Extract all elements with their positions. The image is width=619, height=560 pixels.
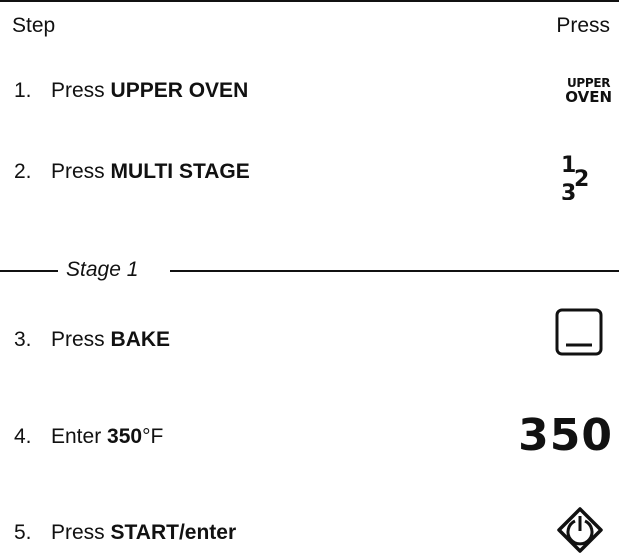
step-2: 2. Press MULTI STAGE <box>14 159 250 185</box>
start-enter-key-icon <box>557 507 603 553</box>
upper-oven-key-icon: UPPER OVEN <box>565 76 612 106</box>
step-1: 1. Press UPPER OVEN <box>14 78 248 104</box>
step-key: BAKE <box>110 328 171 351</box>
step-key: UPPER OVEN <box>110 79 249 102</box>
step-number: 3. <box>14 328 32 351</box>
step-number: 2. <box>14 160 32 183</box>
bake-key-icon <box>555 308 603 356</box>
step-number: 5. <box>14 521 32 544</box>
step-number: 4. <box>14 425 32 448</box>
step-verb: Press <box>51 160 105 183</box>
step-verb: Press <box>51 79 105 102</box>
step-key: 350 <box>107 425 143 448</box>
step-column-header: Step <box>12 14 56 37</box>
step-5: 5. Press START/enter <box>14 520 236 546</box>
step-3: 3. Press BAKE <box>14 327 170 353</box>
step-number: 1. <box>14 79 32 102</box>
step-key: START/enter <box>110 521 237 544</box>
step-suffix: °F <box>142 425 164 448</box>
stage-label: Stage 1 <box>66 258 139 281</box>
multi-stage-digit-bottom: 3 <box>561 181 576 200</box>
step-verb: Press <box>51 521 105 544</box>
temperature-350-display: 350 <box>518 410 613 461</box>
step-verb: Press <box>51 328 105 351</box>
multi-stage-key-icon: 1 2 3 <box>561 153 589 200</box>
upper-oven-key-line2: OVEN <box>565 88 612 106</box>
step-4: 4. Enter 350°F <box>14 424 163 450</box>
press-column-header: Press <box>556 14 610 37</box>
step-verb: Enter <box>51 425 102 448</box>
stage-divider: Stage 1 <box>0 255 619 285</box>
top-rule <box>0 0 619 2</box>
stage-divider-left-rule <box>0 270 58 272</box>
step-key: MULTI STAGE <box>110 160 250 183</box>
stage-divider-right-rule <box>170 270 619 272</box>
